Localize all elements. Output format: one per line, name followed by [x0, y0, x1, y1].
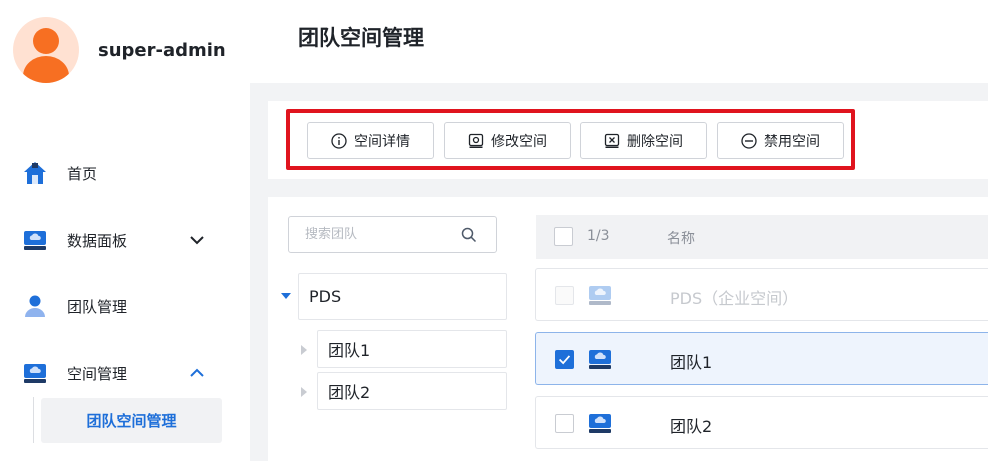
tree-node-team2[interactable]: 团队2 [317, 372, 507, 410]
avatar [13, 17, 79, 83]
user-profile[interactable]: super-admin [13, 17, 226, 83]
sidebar-item-space-management[interactable]: 空间管理 [0, 351, 250, 395]
row-checkbox [555, 286, 574, 305]
table-row[interactable]: 团队2 [535, 396, 988, 449]
username: super-admin [98, 39, 226, 61]
row-checkbox[interactable] [555, 414, 574, 433]
drive-icon [589, 286, 611, 305]
page-title: 团队空间管理 [298, 26, 424, 50]
sidebar-item-label: 数据面板 [67, 231, 128, 250]
row-name: 团队2 [670, 417, 713, 436]
submenu-divider [33, 397, 34, 443]
sidebar-item-label: 团队管理 [67, 297, 128, 316]
tree-node-pds[interactable]: PDS [298, 273, 507, 320]
caret-right-icon[interactable] [299, 386, 309, 398]
cloud-drive-icon [24, 364, 46, 383]
table-header: 1/3 名称 [536, 215, 988, 259]
row-name: 团队1 [670, 353, 713, 372]
column-header-name: 名称 [667, 231, 695, 247]
home-icon [24, 162, 46, 184]
sidebar-item-label: 首页 [67, 164, 98, 183]
row-name: PDS（企业空间） [670, 289, 799, 308]
sidebar-subitem-team-space-management[interactable]: 团队空间管理 [41, 398, 222, 443]
sidebar: super-admin 首页 数据面板 团队管理 空间管理 团队空间管理 [0, 0, 250, 461]
tree-node-label: PDS [309, 287, 342, 306]
caret-right-icon[interactable] [299, 344, 309, 356]
toolbar-highlight-box [286, 109, 855, 170]
table-row: PDS（企业空间） [535, 268, 988, 321]
tree-node-label: 团队1 [328, 341, 371, 360]
sidebar-item-team-management[interactable]: 团队管理 [0, 284, 250, 328]
tree-node-team1[interactable]: 团队1 [317, 330, 507, 368]
selection-count: 1/3 [587, 228, 610, 244]
page-header: 团队空间管理 [250, 0, 988, 83]
drive-icon [589, 414, 611, 433]
row-checkbox[interactable] [555, 350, 574, 369]
chevron-up-icon[interactable] [188, 364, 206, 382]
sidebar-item-dashboard[interactable]: 数据面板 [0, 218, 250, 262]
sidebar-item-home[interactable]: 首页 [0, 151, 250, 195]
user-icon [25, 295, 45, 317]
caret-down-icon[interactable] [280, 291, 292, 301]
drive-icon [589, 350, 611, 369]
chevron-down-icon[interactable] [188, 231, 206, 249]
tree-node-label: 团队2 [328, 383, 371, 402]
table-row[interactable]: 团队1 [535, 332, 988, 385]
search-icon[interactable] [461, 227, 477, 243]
select-all-checkbox[interactable] [554, 227, 573, 246]
checkmark-icon [558, 355, 571, 365]
sidebar-item-label: 空间管理 [67, 364, 128, 383]
cloud-drive-icon [24, 231, 46, 250]
